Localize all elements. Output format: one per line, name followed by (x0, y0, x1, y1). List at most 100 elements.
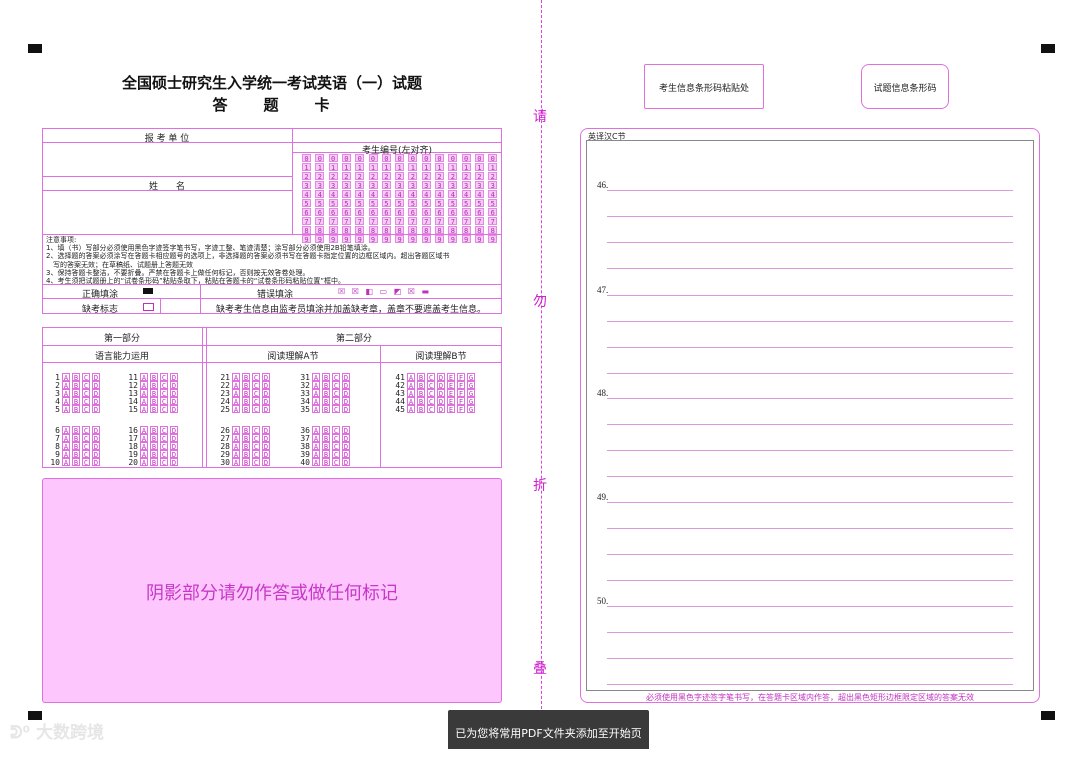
answer-option-bubble[interactable]: B (150, 389, 158, 398)
answer-option-bubble[interactable]: G (467, 397, 475, 406)
digit-bubble[interactable]: 1 (488, 163, 498, 172)
answer-option-bubble[interactable]: B (242, 449, 250, 459)
digit-bubble[interactable]: 0 (408, 154, 418, 163)
answer-option-bubble[interactable]: A (62, 373, 70, 382)
exam-id-digit-column[interactable]: 0123456789 (488, 154, 498, 244)
answer-option-bubble[interactable]: D (92, 433, 100, 443)
answer-option-bubble[interactable]: C (160, 449, 168, 459)
answer-option-bubble[interactable]: D (342, 449, 350, 459)
answer-line[interactable] (607, 398, 1013, 399)
answer-option-bubble[interactable]: C (82, 381, 90, 390)
digit-bubble[interactable]: 5 (395, 199, 405, 208)
digit-bubble[interactable]: 4 (341, 190, 351, 199)
answer-option-bubble[interactable]: D (437, 381, 445, 390)
digit-bubble[interactable]: 7 (381, 217, 391, 226)
answer-option-bubble[interactable]: A (62, 381, 70, 390)
digit-bubble[interactable]: 4 (302, 190, 311, 199)
answer-option-bubble[interactable]: A (312, 425, 320, 435)
digit-bubble[interactable]: 1 (381, 163, 391, 172)
digit-bubble[interactable]: 4 (381, 190, 391, 199)
digit-bubble[interactable]: 3 (488, 181, 498, 190)
answer-option-bubble[interactable]: B (72, 381, 80, 390)
digit-bubble[interactable]: 6 (435, 208, 444, 217)
digit-bubble[interactable]: 0 (395, 154, 405, 163)
digit-bubble[interactable]: 5 (315, 199, 325, 208)
answer-option-bubble[interactable]: C (252, 433, 260, 443)
answer-option-bubble[interactable]: B (72, 441, 80, 451)
digit-bubble[interactable]: 5 (488, 199, 498, 208)
digit-bubble[interactable]: 4 (421, 190, 431, 199)
answer-option-bubble[interactable]: B (72, 425, 80, 435)
answer-option-bubble[interactable]: B (322, 441, 330, 451)
exam-id-digit-column[interactable]: 0123456789 (355, 154, 365, 244)
digit-bubble[interactable]: 0 (421, 154, 431, 163)
answer-option-bubble[interactable]: D (92, 441, 100, 451)
translation-inner-frame[interactable] (586, 140, 1034, 691)
digit-bubble[interactable]: 7 (448, 217, 458, 226)
digit-bubble[interactable]: 5 (408, 199, 418, 208)
answer-line[interactable] (607, 190, 1013, 191)
answer-option-bubble[interactable]: C (332, 425, 340, 435)
answer-option-bubble[interactable]: A (140, 425, 148, 435)
exam-id-digit-column[interactable]: 0123456789 (328, 154, 338, 244)
answer-option-bubble[interactable]: A (407, 389, 415, 398)
answer-option-bubble[interactable]: D (262, 381, 270, 390)
answer-option-bubble[interactable]: A (232, 425, 240, 435)
digit-bubble[interactable]: 7 (368, 217, 378, 226)
digit-bubble[interactable]: 0 (315, 154, 325, 163)
digit-bubble[interactable]: 8 (341, 226, 351, 235)
answer-line[interactable] (607, 242, 1013, 243)
answer-option-bubble[interactable]: E (447, 397, 455, 406)
answer-option-bubble[interactable]: D (437, 373, 445, 382)
answer-option-bubble[interactable]: B (242, 425, 250, 435)
digit-bubble[interactable]: 7 (315, 217, 325, 226)
digit-bubble[interactable]: 6 (488, 208, 498, 217)
answer-option-bubble[interactable]: B (72, 389, 80, 398)
digit-bubble[interactable]: 7 (341, 217, 351, 226)
digit-bubble[interactable]: 6 (381, 208, 391, 217)
exam-id-digit-column[interactable]: 0123456789 (435, 154, 444, 244)
digit-bubble[interactable]: 8 (395, 226, 405, 235)
answer-option-bubble[interactable]: A (232, 373, 240, 382)
answer-option-bubble[interactable]: B (322, 373, 330, 382)
digit-bubble[interactable]: 4 (328, 190, 338, 199)
digit-bubble[interactable]: 4 (395, 190, 405, 199)
digit-bubble[interactable]: 5 (421, 199, 431, 208)
answer-option-bubble[interactable]: C (427, 389, 435, 398)
digit-bubble[interactable]: 0 (368, 154, 378, 163)
digit-bubble[interactable]: 6 (421, 208, 431, 217)
answer-line[interactable] (607, 321, 1013, 322)
answer-option-bubble[interactable]: D (342, 425, 350, 435)
digit-bubble[interactable]: 4 (368, 190, 378, 199)
answer-option-bubble[interactable]: E (447, 389, 455, 398)
exam-id-digit-column[interactable]: 0123456789 (302, 154, 311, 244)
digit-bubble[interactable]: 3 (448, 181, 458, 190)
digit-bubble[interactable]: 5 (474, 199, 484, 208)
answer-line[interactable] (607, 295, 1013, 296)
exam-id-digit-column[interactable]: 0123456789 (474, 154, 484, 244)
answer-option-bubble[interactable]: C (427, 373, 435, 382)
answer-option-bubble[interactable]: D (170, 433, 178, 443)
answer-line[interactable] (607, 528, 1013, 529)
digit-bubble[interactable]: 8 (435, 226, 444, 235)
answer-option-bubble[interactable]: B (242, 389, 250, 398)
answer-option-bubble[interactable]: A (232, 457, 240, 467)
digit-bubble[interactable]: 1 (421, 163, 431, 172)
digit-bubble[interactable]: 8 (408, 226, 418, 235)
answer-option-bubble[interactable]: D (92, 405, 100, 414)
answer-option-bubble[interactable]: C (252, 389, 260, 398)
name-field[interactable] (46, 193, 288, 232)
digit-bubble[interactable]: 6 (328, 208, 338, 217)
digit-bubble[interactable]: 1 (461, 163, 471, 172)
digit-bubble[interactable]: 8 (355, 226, 365, 235)
digit-bubble[interactable]: 8 (328, 226, 338, 235)
answer-option-bubble[interactable]: C (82, 389, 90, 398)
answer-option-bubble[interactable]: D (342, 441, 350, 451)
digit-bubble[interactable]: 2 (448, 172, 458, 181)
answer-option-bubble[interactable]: G (467, 389, 475, 398)
answer-option-bubble[interactable]: D (92, 373, 100, 382)
digit-bubble[interactable]: 0 (381, 154, 391, 163)
digit-bubble[interactable]: 6 (395, 208, 405, 217)
answer-option-bubble[interactable]: C (332, 441, 340, 451)
digit-bubble[interactable]: 2 (302, 172, 311, 181)
